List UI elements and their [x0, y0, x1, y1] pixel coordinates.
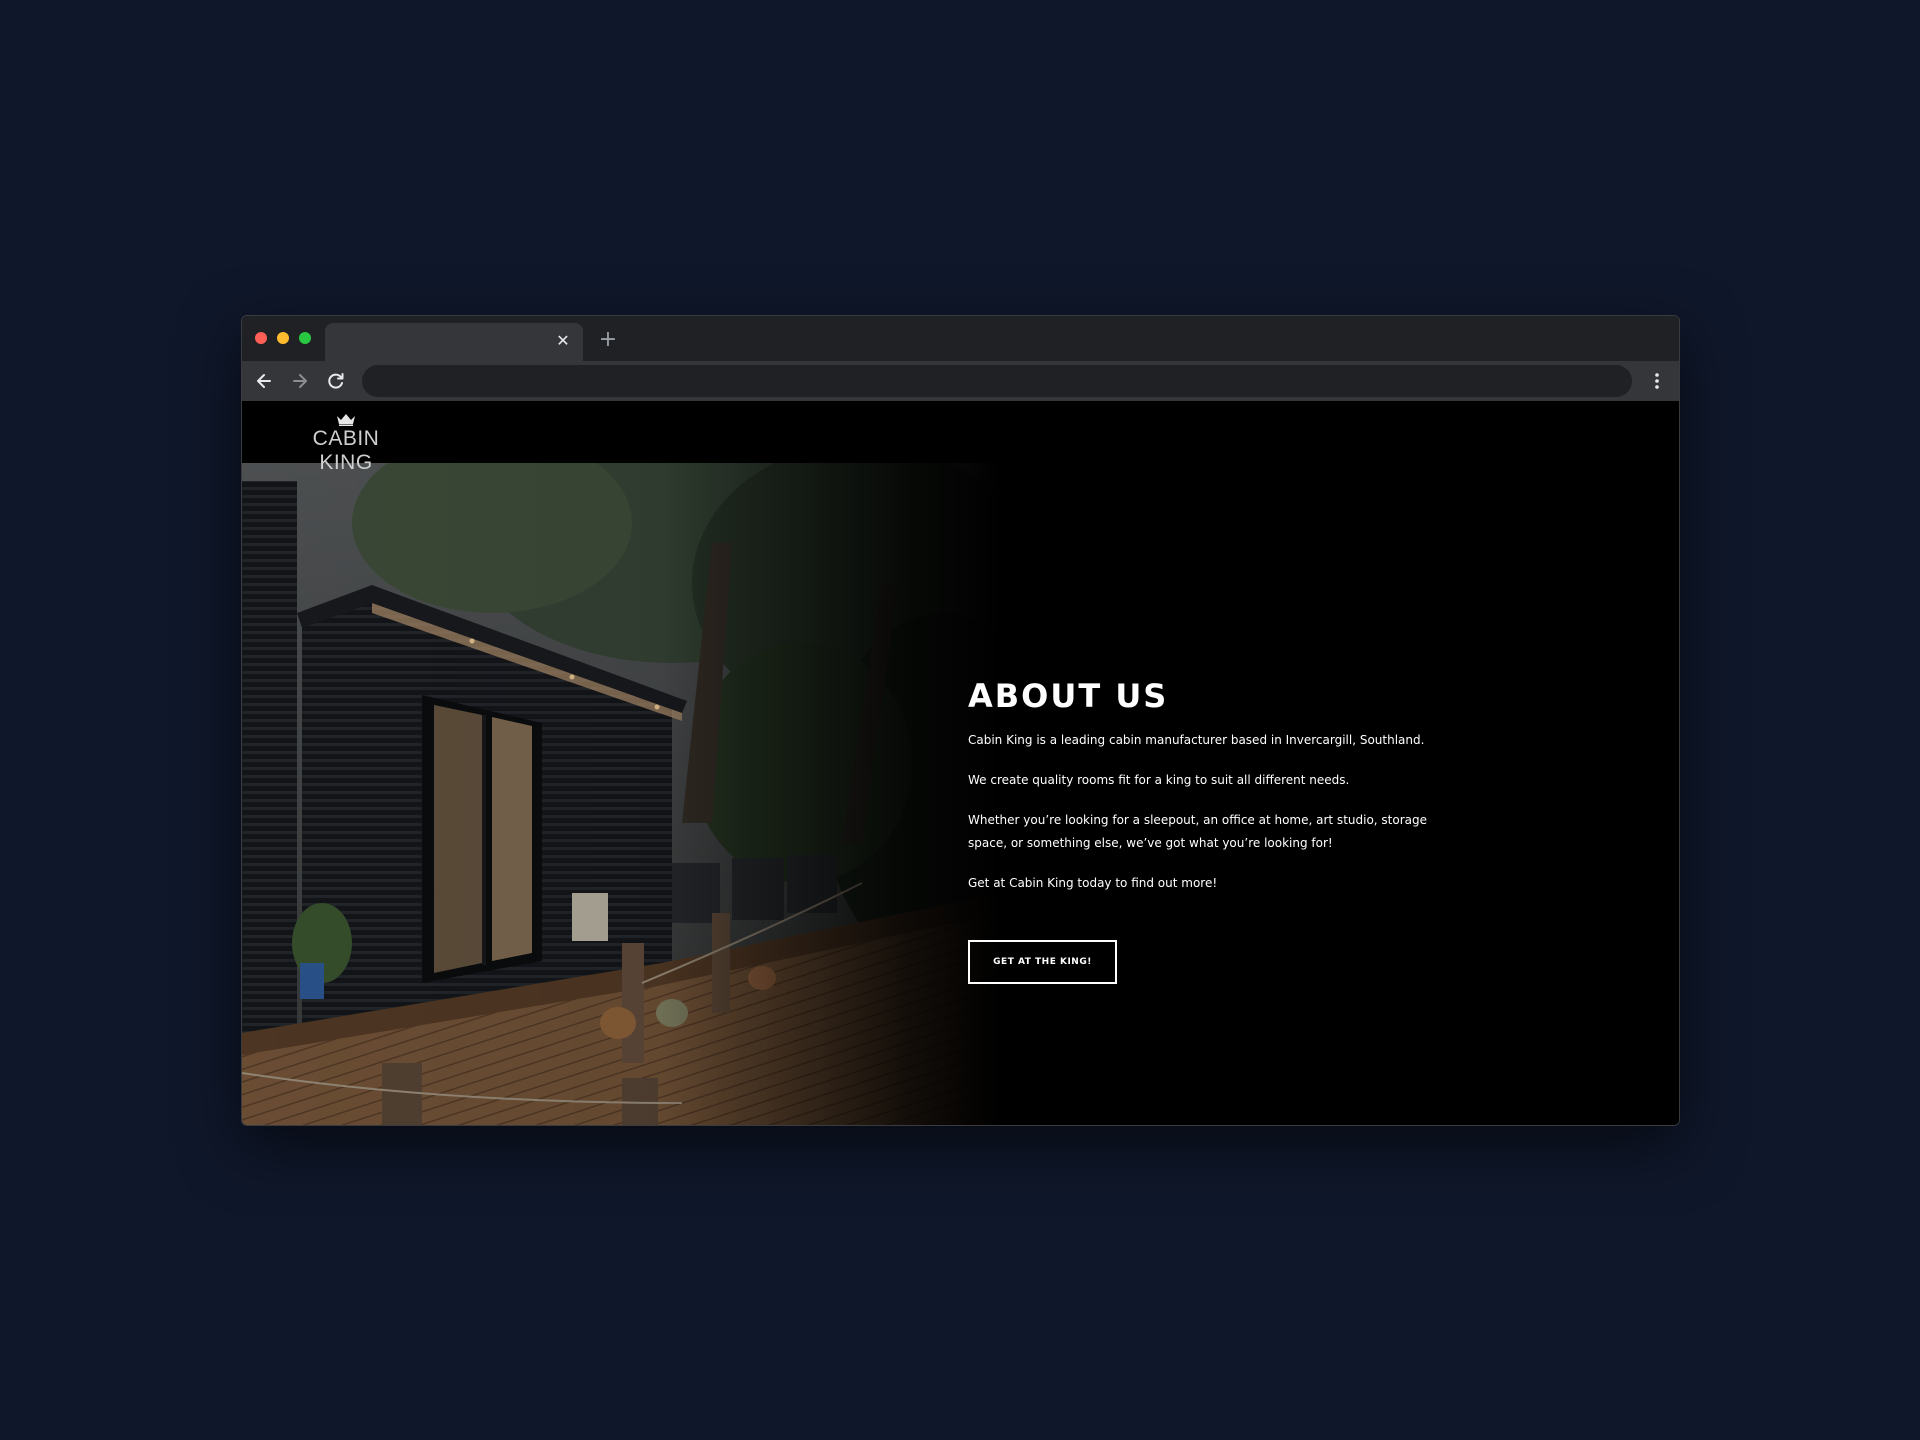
- address-bar[interactable]: [362, 365, 1632, 397]
- maximize-window-button[interactable]: [299, 332, 311, 344]
- new-tab-button[interactable]: +: [596, 328, 620, 352]
- arrow-right-icon[interactable]: [286, 367, 314, 395]
- web-page: CABIN KING ABOUT US Cabin King is a lead…: [242, 401, 1679, 1125]
- get-at-the-king-button[interactable]: GET AT THE KING!: [968, 940, 1117, 984]
- crown-icon: [337, 414, 355, 426]
- browser-toolbar: [242, 361, 1679, 401]
- logo-text: CABIN KING: [312, 427, 380, 474]
- browser-window: ✕ + CABIN KING ABOUT US Cabin King is a …: [241, 315, 1680, 1126]
- site-logo[interactable]: CABIN KING: [286, 413, 406, 475]
- about-paragraph-2: We create quality rooms fit for a king t…: [968, 773, 1350, 787]
- site-header: CABIN KING: [242, 401, 1679, 474]
- hero-image-fade: [242, 463, 1002, 1125]
- hero-section: ABOUT US Cabin King is a leading cabin m…: [242, 463, 1679, 1125]
- minimize-window-button[interactable]: [277, 332, 289, 344]
- close-window-button[interactable]: [255, 332, 267, 344]
- about-heading: ABOUT US: [968, 677, 1169, 715]
- about-paragraph-4: Get at Cabin King today to find out more…: [968, 876, 1218, 890]
- about-paragraph-1: Cabin King is a leading cabin manufactur…: [968, 733, 1425, 747]
- kebab-menu-icon[interactable]: [1643, 367, 1671, 395]
- tab-close-icon[interactable]: ✕: [553, 331, 573, 351]
- tab-strip: ✕ +: [242, 316, 1679, 361]
- about-paragraph-3: Whether you’re looking for a sleepout, a…: [968, 813, 1428, 850]
- reload-icon[interactable]: [322, 367, 350, 395]
- arrow-left-icon[interactable]: [250, 367, 278, 395]
- about-section: ABOUT US Cabin King is a leading cabin m…: [968, 677, 1428, 984]
- browser-tab[interactable]: ✕: [325, 323, 583, 361]
